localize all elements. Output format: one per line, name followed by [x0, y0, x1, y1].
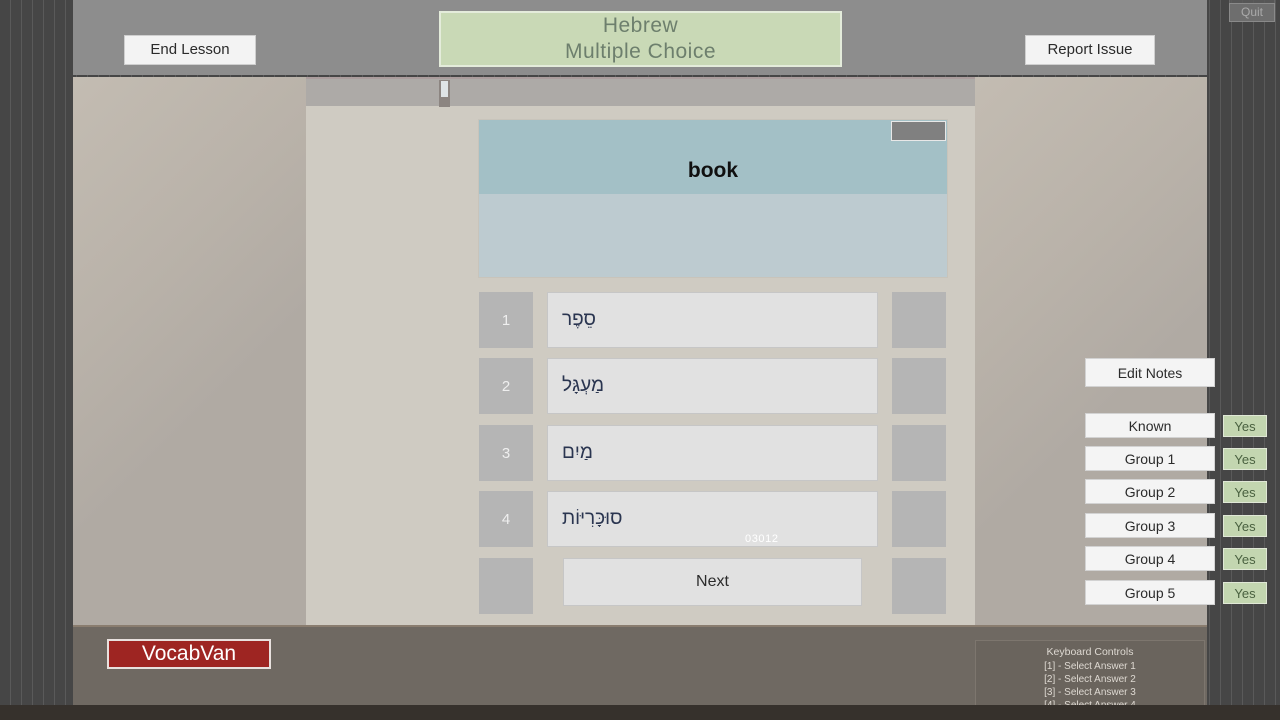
app-window: End Lesson Hebrew Multiple Choice Report… [73, 0, 1267, 711]
answer-option-1[interactable]: סֵפֶר [547, 292, 878, 348]
scrollbar-handle[interactable] [439, 80, 450, 107]
sidebar-toggle-group-4-value[interactable]: Yes [1223, 548, 1267, 570]
lesson-language: Hebrew [602, 14, 679, 37]
answer-marker-1 [892, 292, 946, 348]
keyboard-controls-title: Keyboard Controls [1046, 646, 1134, 658]
answer-marker-3 [892, 425, 946, 481]
keyboard-controls-panel: Keyboard Controls [1] - Select Answer 1 … [975, 640, 1205, 711]
sidebar-toggle-group-2-value[interactable]: Yes [1223, 481, 1267, 503]
quit-button[interactable]: Quit [1229, 3, 1275, 22]
progress-scrollbar[interactable] [306, 77, 975, 107]
keyboard-shortcut-1: [1] - Select Answer 1 [1044, 661, 1136, 672]
answer-option-4[interactable]: סוּכָּרִיּוֹת [547, 491, 878, 547]
answer-row: 2 מַעְגָּל [306, 358, 975, 414]
answer-row: 1 סֵפֶר [306, 292, 975, 348]
sidebar-toggle-group-1[interactable]: Group 1 [1085, 446, 1215, 471]
sidebar-toggle-group-5-value[interactable]: Yes [1223, 582, 1267, 604]
answer-option-2[interactable]: מַעְגָּל [547, 358, 878, 414]
app-footer: VocabVan Keyboard Controls [1] - Select … [73, 625, 1207, 711]
answer-number-2: 2 [479, 358, 533, 414]
answer-row: 4 סוּכָּרִיּוֹת [306, 491, 975, 547]
sidebar-toggle-group-2[interactable]: Group 2 [1085, 479, 1215, 504]
app-header: End Lesson Hebrew Multiple Choice Report… [73, 0, 1207, 75]
edit-notes-button[interactable]: Edit Notes [1085, 358, 1215, 387]
answer-number-1: 1 [479, 292, 533, 348]
lesson-mode: Multiple Choice [564, 40, 717, 63]
answer-row: 3 מַיִם [306, 425, 975, 481]
card-audio-button[interactable] [891, 121, 946, 141]
sidebar-toggle-group-1-value[interactable]: Yes [1223, 448, 1267, 470]
answer-number-4: 4 [479, 491, 533, 547]
sidebar-toggle-group-3-value[interactable]: Yes [1223, 515, 1267, 537]
answer-marker-4 [892, 491, 946, 547]
keyboard-shortcut-3: [3] - Select Answer 3 [1044, 687, 1136, 698]
end-lesson-button[interactable]: End Lesson [124, 35, 256, 65]
lesson-title-banner: Hebrew Multiple Choice [439, 11, 842, 67]
prompt-card: book [478, 119, 948, 278]
vocabvan-logo[interactable]: VocabVan [107, 639, 271, 669]
answer-number-3: 3 [479, 425, 533, 481]
sidebar-toggle-group-3[interactable]: Group 3 [1085, 513, 1215, 538]
sidebar-toggle-known[interactable]: Known [1085, 413, 1215, 438]
prompt-word: book [687, 159, 739, 182]
lesson-content-area: book 1 סֵפֶר 2 מַעְגָּל 3 מַיִם 4 סוּכָּ… [306, 77, 975, 625]
quit-button-area: Quit [1229, 0, 1275, 22]
keyboard-shortcut-2: [2] - Select Answer 2 [1044, 674, 1136, 685]
right-panel: Edit Notes Known Yes Group 1 Yes Group 2… [975, 77, 1267, 625]
sidebar-toggle-known-value[interactable]: Yes [1223, 415, 1267, 437]
answer-option-3[interactable]: מַיִם [547, 425, 878, 481]
taskbar-strip [0, 705, 1280, 720]
next-row: Next [306, 558, 975, 614]
sidebar-toggle-group-5[interactable]: Group 5 [1085, 580, 1215, 605]
report-issue-button[interactable]: Report Issue [1025, 35, 1155, 65]
answer-marker-2 [892, 358, 946, 414]
card-counter: 03012 [745, 533, 779, 545]
footer-left-backdrop [0, 625, 73, 705]
scrollbar-handle-grip [441, 81, 448, 97]
next-left-spacer [479, 558, 533, 614]
left-panel [73, 77, 306, 625]
next-right-spacer [892, 558, 946, 614]
next-button[interactable]: Next [563, 558, 862, 606]
sidebar-toggle-group-4[interactable]: Group 4 [1085, 546, 1215, 571]
